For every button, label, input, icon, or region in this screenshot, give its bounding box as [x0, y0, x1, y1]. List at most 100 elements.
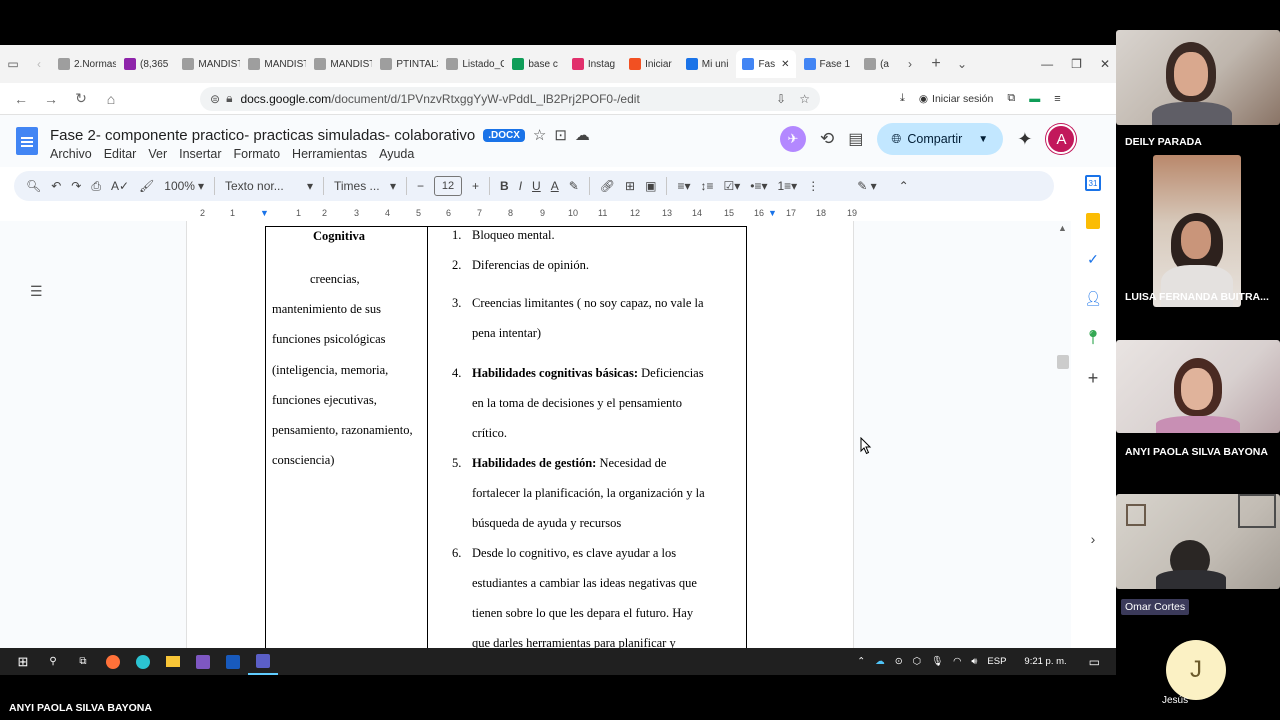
spellcheck-icon[interactable]: A✓: [111, 179, 129, 193]
browser-tab[interactable]: base c: [506, 50, 563, 78]
participant-tile[interactable]: Omar Cortes: [1116, 494, 1280, 619]
italic-icon[interactable]: I: [519, 179, 522, 193]
left-indent-marker-icon[interactable]: ▼: [260, 208, 269, 218]
browser-tab-active[interactable]: Fas ✕: [736, 50, 796, 78]
redo-icon[interactable]: ↷: [71, 179, 81, 193]
tab-scroll-right-icon[interactable]: ›: [897, 51, 923, 77]
search-menus-icon[interactable]: 🔍︎: [26, 179, 41, 193]
star-icon[interactable]: ☆: [533, 126, 546, 144]
browser-tab[interactable]: MANDISTI: [176, 50, 240, 78]
insert-comment-icon[interactable]: ⊞: [625, 179, 635, 193]
gemini-sparkle-icon[interactable]: ✦: [1017, 129, 1032, 150]
zoom-select[interactable]: 100% ▾: [164, 179, 204, 193]
style-select[interactable]: Texto nor... ▾: [225, 179, 313, 193]
cloud-status-icon[interactable]: ☁: [575, 126, 590, 144]
menu-herramientas[interactable]: Herramientas: [292, 147, 367, 161]
table-cell-list[interactable]: 1. Bloqueo mental. 2. Diferencias de opinió…: [428, 227, 746, 675]
vertical-scrollbar[interactable]: ▲ ▼: [1055, 221, 1071, 675]
new-tab-icon[interactable]: +: [923, 51, 949, 77]
editing-mode-icon[interactable]: ✎ ▾: [857, 179, 876, 193]
extensions-icon[interactable]: ⧉: [1007, 92, 1015, 105]
maps-icon[interactable]: 📍︎: [1084, 329, 1102, 346]
site-info-icon[interactable]: ⊜: [210, 92, 220, 106]
decrease-font-size-icon[interactable]: −: [417, 179, 424, 193]
menu-ayuda[interactable]: Ayuda: [379, 147, 414, 161]
increase-font-size-icon[interactable]: +: [472, 179, 479, 193]
tasks-icon[interactable]: ✓: [1087, 251, 1099, 268]
get-addons-icon[interactable]: +: [1088, 368, 1099, 389]
numbered-list-icon[interactable]: 1≡▾: [778, 179, 798, 193]
scroll-up-icon[interactable]: ▲: [1058, 223, 1067, 233]
close-tab-icon[interactable]: ✕: [781, 59, 789, 70]
extension-icon[interactable]: ▬: [1029, 93, 1040, 105]
downloads-icon[interactable]: ⤓: [900, 92, 905, 105]
paint-format-icon[interactable]: 🖌︎: [139, 179, 154, 193]
align-icon[interactable]: ≡▾: [677, 179, 690, 193]
install-app-icon[interactable]: ⇩: [776, 92, 786, 106]
browser-tab[interactable]: Fase 1: [798, 50, 857, 78]
tray-overflow-icon[interactable]: ⌃: [857, 656, 865, 667]
version-history-icon[interactable]: ⟲: [820, 129, 834, 149]
tab-list-chevron-icon[interactable]: ⌄: [949, 51, 975, 77]
browser-tab[interactable]: Mi uni: [680, 50, 735, 78]
firefox-icon[interactable]: [98, 648, 128, 675]
reload-icon[interactable]: ↻: [66, 90, 96, 107]
menu-formato[interactable]: Formato: [234, 147, 281, 161]
contacts-icon[interactable]: 👤︎: [1084, 290, 1102, 307]
browser-tab[interactable]: 2.Normas: [52, 50, 116, 78]
browser-tab[interactable]: (a: [858, 50, 895, 78]
tab-actions-icon[interactable]: ▭: [0, 51, 26, 77]
teams-icon[interactable]: [248, 648, 278, 675]
url-field[interactable]: ⊜ 🔒︎ docs.google.com/document/d/1PVnzvRt…: [200, 86, 820, 111]
browser-tab[interactable]: MANDISTI: [242, 50, 306, 78]
task-view-icon[interactable]: ⧉: [68, 648, 98, 675]
clock[interactable]: 9:21 p. m.: [1024, 656, 1066, 667]
wifi-icon[interactable]: ◠: [953, 656, 961, 667]
bulleted-list-icon[interactable]: •≡▾: [750, 179, 767, 193]
back-icon[interactable]: ←: [6, 91, 36, 107]
browser-tab[interactable]: Instag: [566, 50, 621, 78]
collapse-menus-icon[interactable]: ⌃: [899, 179, 909, 193]
notifications-icon[interactable]: ▭: [1089, 655, 1100, 669]
restore-icon[interactable]: ❐: [1071, 57, 1082, 71]
gemini-extension-icon[interactable]: ✈: [780, 126, 806, 152]
home-icon[interactable]: ⌂: [96, 91, 126, 107]
browser-tab[interactable]: Iniciar: [623, 50, 678, 78]
close-window-icon[interactable]: ✕: [1100, 57, 1110, 71]
insert-link-icon[interactable]: 🔗︎: [600, 179, 615, 193]
participant-tile[interactable]: DEILY PARADA: [1116, 30, 1280, 155]
language-indicator[interactable]: ESP: [987, 656, 1006, 667]
keep-icon[interactable]: [1086, 213, 1100, 229]
print-icon[interactable]: ⎙: [91, 179, 101, 194]
browser-menu-icon[interactable]: ≡: [1054, 93, 1060, 105]
tray-app-icon[interactable]: ⬡: [913, 656, 921, 667]
browser-tab[interactable]: MANDISTI: [308, 50, 372, 78]
taskbar-search-icon[interactable]: ⚲: [38, 648, 68, 675]
browser-tab[interactable]: PTINTAL3_: [374, 50, 438, 78]
share-dropdown-icon[interactable]: ▼: [978, 134, 988, 145]
font-select[interactable]: Times ... ▾: [334, 179, 396, 193]
menu-ver[interactable]: Ver: [148, 147, 167, 161]
move-folder-icon[interactable]: ⊡: [554, 126, 567, 144]
highlight-icon[interactable]: ✎: [569, 179, 579, 193]
line-spacing-icon[interactable]: ↕≡: [700, 179, 713, 193]
app-icon[interactable]: [188, 648, 218, 675]
insert-image-icon[interactable]: ▣: [645, 179, 656, 193]
windows-start-icon[interactable]: ⊞: [8, 648, 38, 675]
right-indent-marker-icon[interactable]: ▼: [768, 208, 777, 218]
google-docs-logo-icon[interactable]: [16, 127, 38, 155]
calendar-icon[interactable]: 31: [1085, 175, 1101, 191]
edge-icon[interactable]: [128, 648, 158, 675]
comments-icon[interactable]: ▤: [848, 129, 863, 149]
bookmark-star-icon[interactable]: ☆: [799, 92, 810, 106]
menu-editar[interactable]: Editar: [104, 147, 137, 161]
more-options-icon[interactable]: ⋮: [807, 179, 819, 193]
text-color-icon[interactable]: A: [551, 179, 559, 193]
show-side-panel-icon[interactable]: ›: [1091, 531, 1096, 547]
microphone-icon[interactable]: 🎙︎: [931, 656, 943, 667]
word-icon[interactable]: [218, 648, 248, 675]
participant-tile[interactable]: ANYI PAOLA SILVA BAYONA: [1116, 340, 1280, 465]
browser-tab[interactable]: (8,365: [118, 50, 174, 78]
share-button[interactable]: 🌐︎ Compartir ▼: [877, 123, 1004, 155]
font-size-input[interactable]: 12: [434, 176, 463, 196]
